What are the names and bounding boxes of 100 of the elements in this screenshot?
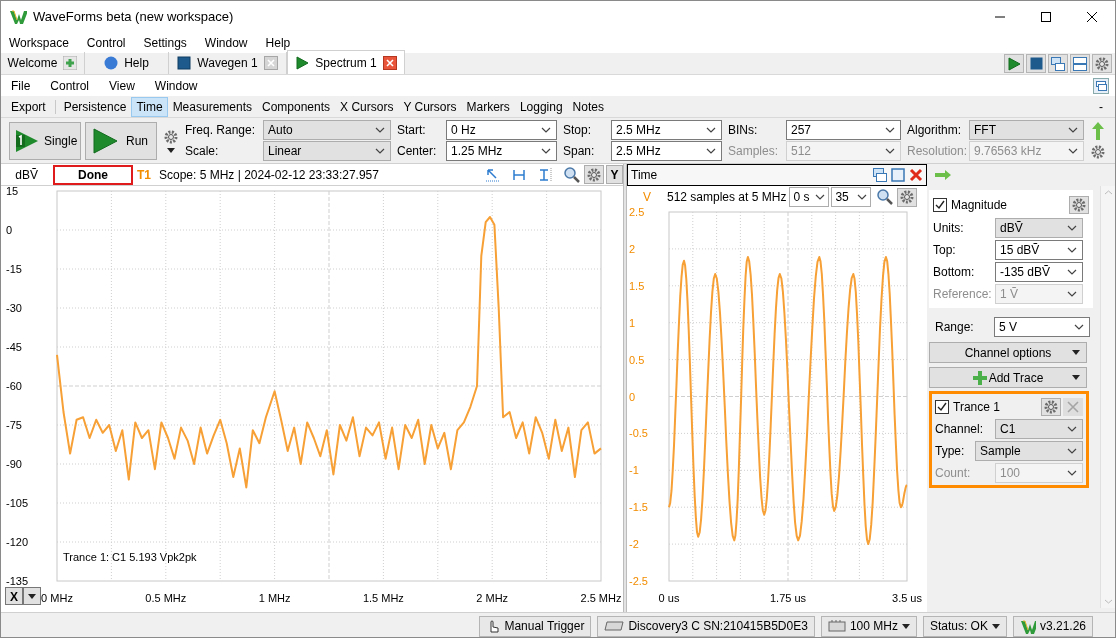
- dropdown[interactable]: 0 Hz: [446, 120, 557, 140]
- stop-button[interactable]: [1026, 54, 1046, 73]
- settings-button[interactable]: [584, 165, 604, 184]
- settings-button[interactable]: [897, 187, 918, 207]
- cascade-button[interactable]: [1048, 54, 1068, 73]
- view-tab[interactable]: Markers: [461, 96, 515, 117]
- chevron-down-icon: [815, 194, 826, 200]
- x-axis-button[interactable]: X: [5, 587, 23, 605]
- dropdown[interactable]: 1.25 MHz: [446, 141, 557, 161]
- chevron-down-icon: [706, 127, 716, 133]
- dropdown[interactable]: Linear: [263, 141, 391, 161]
- window-title: WaveForms beta (new workspace): [33, 8, 234, 27]
- dropdown[interactable]: 0 s: [789, 187, 830, 207]
- dropdown[interactable]: FFT: [969, 120, 1084, 140]
- field-label: BINs:: [728, 122, 759, 139]
- chevron-down-icon: [1067, 224, 1077, 231]
- status-item[interactable]: Discovery3 C SN:210415B5D0E3: [597, 615, 815, 637]
- field-label: Samples:: [728, 143, 780, 160]
- settings-icon: [586, 166, 602, 183]
- field-label: Channel:: [935, 420, 985, 438]
- checkbox[interactable]: [935, 399, 949, 414]
- dropdown[interactable]: 2.5 MHz: [611, 141, 722, 161]
- axis-label: -135: [6, 575, 29, 587]
- view-tab[interactable]: Persistence: [58, 96, 132, 117]
- chevron-down-icon: [857, 194, 868, 200]
- menu-item[interactable]: Window: [204, 34, 248, 52]
- run-button[interactable]: Run: [85, 121, 157, 160]
- status-item[interactable]: Manual Trigger: [479, 615, 592, 637]
- view-tab[interactable]: X Cursors: [335, 96, 399, 117]
- axis-label: -15: [6, 263, 22, 275]
- view-tab[interactable]: Time: [131, 96, 168, 117]
- dropdown[interactable]: Auto: [263, 120, 391, 140]
- dropdown[interactable]: 35: [831, 187, 872, 207]
- axis-label: 0.5 MHz: [145, 592, 187, 604]
- collapse-button[interactable]: -: [1099, 97, 1103, 116]
- tab[interactable]: Help: [85, 52, 169, 74]
- status-item[interactable]: v3.21.26: [1012, 615, 1093, 637]
- trace-tag: T1: [137, 165, 157, 184]
- group-label: Magnitude: [951, 197, 1008, 214]
- menu-item[interactable]: Help: [265, 34, 291, 52]
- view-tab[interactable]: Notes: [567, 96, 609, 117]
- chevron-down-icon: [1103, 599, 1113, 604]
- view-tab[interactable]: Logging: [514, 96, 568, 117]
- windows-icon: [1093, 77, 1109, 94]
- menu-item[interactable]: Control: [86, 34, 126, 52]
- view-tab[interactable]: Components: [257, 96, 336, 117]
- field-label: Scale:: [185, 143, 220, 160]
- settings-button[interactable]: [1041, 397, 1061, 416]
- scrollbar[interactable]: [1100, 186, 1115, 608]
- field-label: Range:: [935, 319, 975, 336]
- chevron-down-icon: [1068, 127, 1078, 133]
- settings-icon: [1071, 197, 1087, 213]
- dropdown[interactable]: 2.5 MHz: [611, 120, 722, 140]
- menu-item[interactable]: Workspace: [9, 34, 69, 52]
- dropdown[interactable]: C1: [995, 418, 1083, 439]
- close-icon: [909, 168, 923, 182]
- y-axis-button[interactable]: Y: [606, 165, 623, 184]
- dropdown[interactable]: -135 dBṼ: [995, 261, 1083, 282]
- status-item[interactable]: Status: OK: [922, 615, 1007, 637]
- unit-label: dBṼ: [14, 166, 39, 184]
- tab[interactable]: Welcome: [1, 52, 85, 74]
- axis-label: 2.5 MHz: [580, 592, 622, 604]
- dropdown-button[interactable]: [23, 587, 41, 605]
- menu-item[interactable]: Settings: [143, 34, 187, 52]
- menu-item[interactable]: View: [109, 76, 135, 95]
- tab[interactable]: Spectrum 1: [287, 50, 405, 74]
- tab[interactable]: Wavegen 1: [169, 52, 287, 74]
- menu-item[interactable]: Control: [50, 76, 90, 95]
- axis-label: 2.5: [629, 208, 645, 218]
- single-button[interactable]: Single: [9, 121, 81, 160]
- sample-info: 512 samples at 5 MHz: [667, 189, 787, 206]
- dropdown[interactable]: Sample: [975, 440, 1083, 461]
- windows-icon: [873, 168, 887, 182]
- dropdown[interactable]: 257: [786, 120, 901, 140]
- dropdown[interactable]: 5 V: [994, 317, 1090, 337]
- status-item[interactable]: 100 MHz: [820, 615, 917, 637]
- view-tab[interactable]: Y Cursors: [398, 96, 462, 117]
- chevron-down-icon: [1067, 246, 1077, 253]
- menu-item[interactable]: Window: [154, 76, 198, 95]
- field-label: Top:: [933, 241, 957, 259]
- gear-icon: [1090, 143, 1106, 160]
- caret-down-icon: [167, 147, 175, 153]
- field-label: Type:: [935, 442, 966, 460]
- dropdown[interactable]: dBṼ: [995, 217, 1083, 238]
- split-button[interactable]: [1070, 54, 1090, 73]
- chevron-down-icon: [375, 127, 385, 133]
- caret-down-icon: [1072, 375, 1080, 380]
- cursor-icon: [486, 167, 500, 182]
- export-button[interactable]: Export: [5, 96, 52, 117]
- settings-button[interactable]: [1092, 54, 1112, 73]
- view-tab[interactable]: Measurements: [167, 96, 257, 117]
- settings-button[interactable]: [1069, 196, 1089, 214]
- add-trace-button[interactable]: Add Trace: [929, 367, 1087, 388]
- run-button[interactable]: [1004, 54, 1024, 73]
- field-label: Stop:: [563, 122, 593, 139]
- axis-label: -90: [6, 458, 22, 470]
- checkbox[interactable]: [933, 198, 947, 212]
- options-button[interactable]: Channel options: [929, 342, 1087, 363]
- menu-item[interactable]: File: [11, 76, 31, 95]
- dropdown[interactable]: 15 dBṼ: [995, 239, 1083, 260]
